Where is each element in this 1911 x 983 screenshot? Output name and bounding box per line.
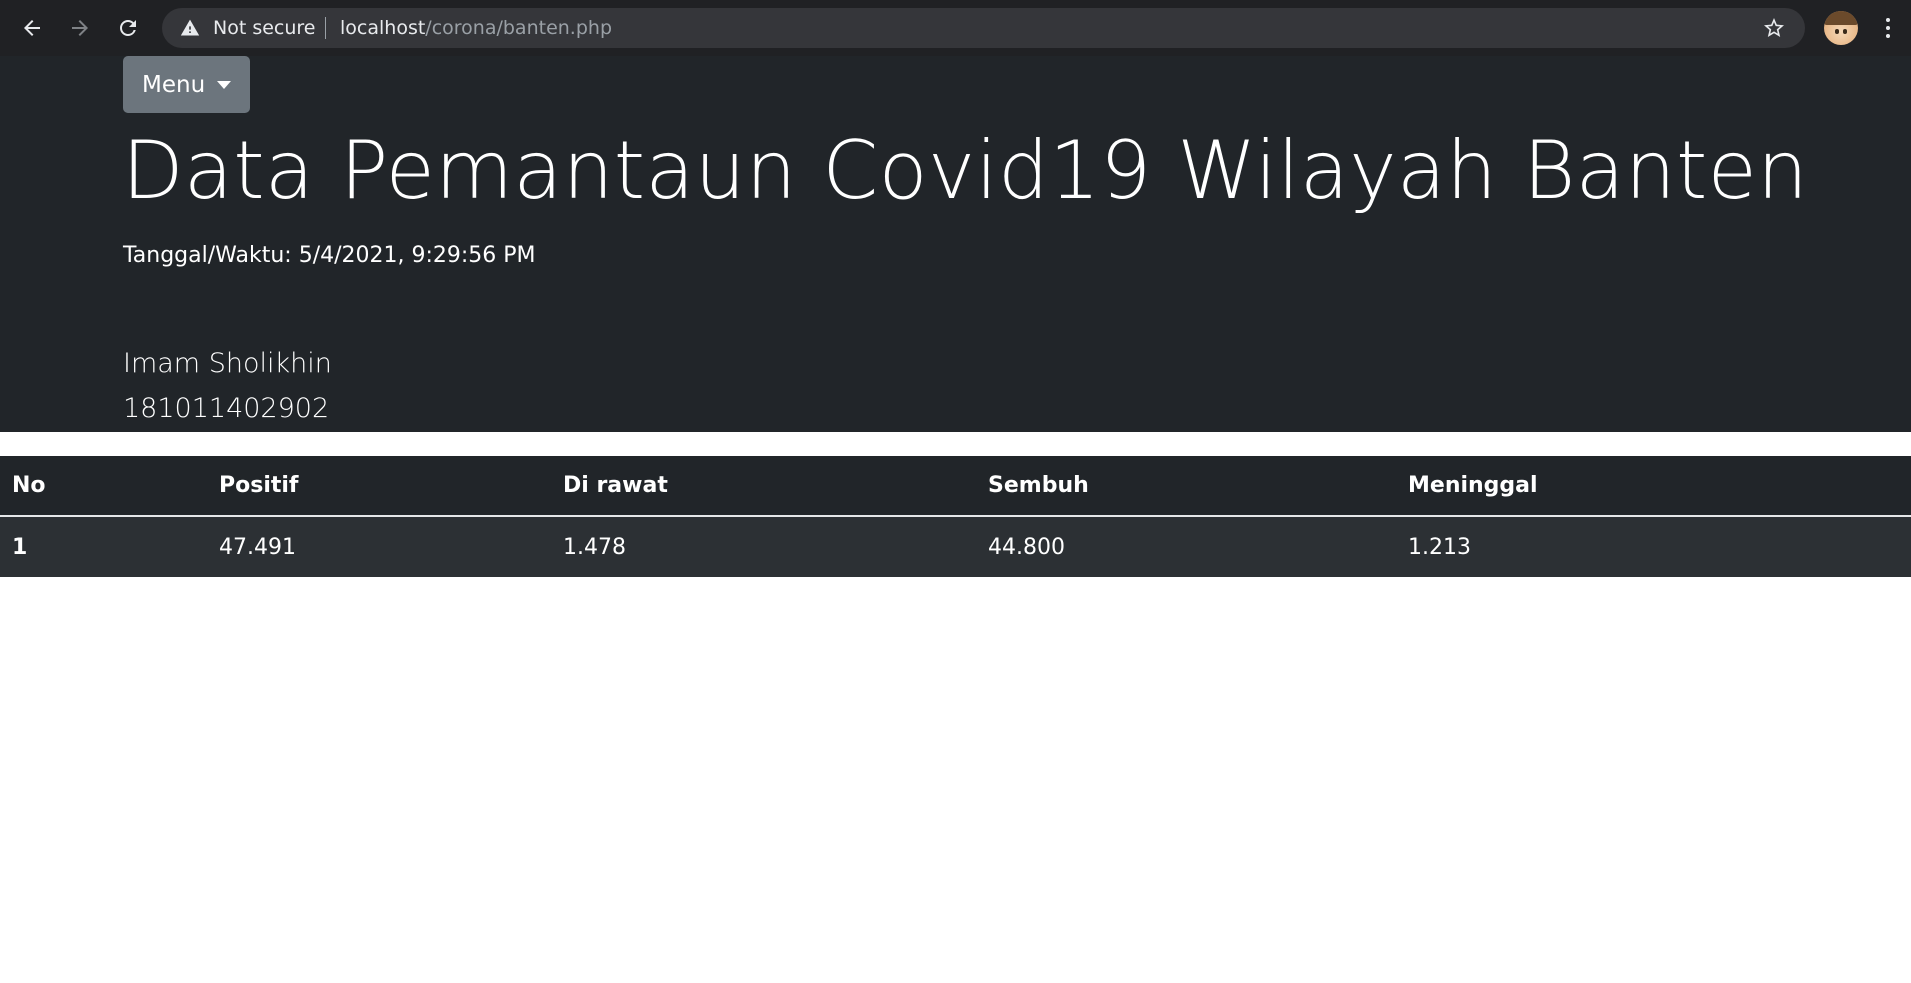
omnibox-divider [325,17,326,39]
address-bar[interactable]: Not secure localhost/corona/banten.php [162,8,1805,48]
table-header-row: No Positif Di rawat Sembuh Meninggal [0,456,1911,517]
kebab-dot [1886,34,1890,38]
browser-toolbar: Not secure localhost/corona/banten.php [0,0,1911,56]
avatar-eye-right [1843,29,1847,34]
more-vert-icon[interactable] [1876,14,1900,42]
column-header-positif: Positif [207,456,551,517]
page-title: Data Pemantaun Covid19 Wilayah Banten [122,124,1809,217]
author-name: Imam Sholikhin [123,348,332,379]
cell-sembuh: 44.800 [988,534,1065,560]
column-header-meninggal: Meninggal [1396,456,1911,517]
bookmark-button[interactable] [1760,14,1788,42]
table-row: 1 47.491 1.478 44.800 1.213 [0,516,1911,577]
page-header: Menu Data Pemantaun Covid19 Wilayah Bant… [0,56,1911,432]
menu-button-label: Menu [142,71,206,98]
kebab-dot [1886,18,1890,22]
cell-dirawat: 1.478 [563,534,626,560]
cell-no: 1 [12,534,28,560]
url-path: /corona/banten.php [425,17,613,39]
column-header-sembuh: Sembuh [976,456,1396,517]
back-arrow-icon [24,20,40,36]
warning-icon[interactable] [180,18,200,38]
profile-avatar[interactable] [1824,11,1858,45]
security-status-label[interactable]: Not secure [213,17,316,39]
forward-arrow-icon [72,20,88,36]
cell-positif: 47.491 [219,534,296,560]
kebab-dot [1886,26,1890,30]
forward-button[interactable] [62,10,98,46]
column-header-dirawat: Di rawat [551,456,976,517]
menu-dropdown-button[interactable]: Menu [123,56,250,113]
star-icon [1764,18,1784,37]
avatar-eye-left [1835,29,1839,34]
covid-data-table: No Positif Di rawat Sembuh Meninggal 1 4… [0,456,1911,577]
caret-down-icon [217,80,232,89]
url-host: localhost [340,17,426,39]
reload-button[interactable] [110,10,146,46]
url-text[interactable]: localhost/corona/banten.php [340,17,612,39]
author-id: 181011402902 [123,393,330,424]
avatar-hair [1824,11,1858,25]
cell-meninggal: 1.213 [1408,534,1471,560]
back-button[interactable] [14,10,50,46]
column-header-no: No [0,456,207,517]
timestamp: Tanggal/Waktu: 5/4/2021, 9:29:56 PM [123,243,536,268]
reload-icon [120,20,136,36]
